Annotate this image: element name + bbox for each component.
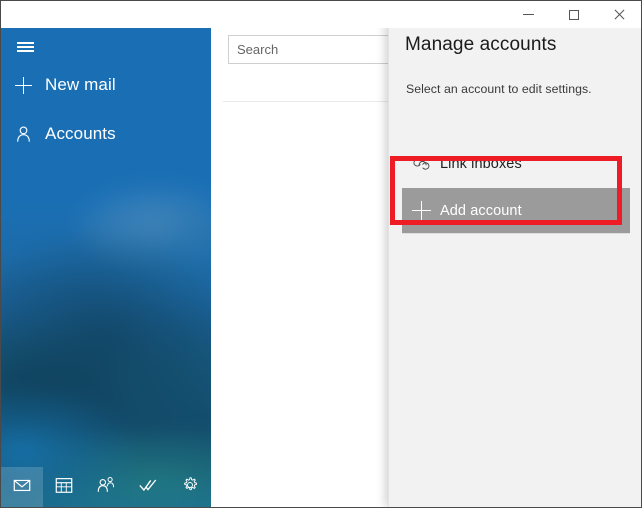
sidebar-content: Mail New mail xyxy=(1,1,211,507)
add-account-button[interactable]: Add account xyxy=(402,188,630,233)
search-placeholder: Search xyxy=(237,42,279,57)
gear-icon xyxy=(180,475,200,500)
plus-icon xyxy=(402,201,440,220)
sidebar-item-label: New mail xyxy=(45,75,116,94)
people-icon xyxy=(95,475,117,500)
sidebar-app-bar xyxy=(1,467,211,507)
maximize-icon xyxy=(568,9,579,20)
link-inboxes-label: Link inboxes xyxy=(440,156,522,172)
mail-app-window: Mail New mail xyxy=(0,0,642,508)
hamburger-icon xyxy=(16,40,34,54)
manage-accounts-panel: Manage accounts Select an account to edi… xyxy=(388,22,641,507)
app-bar-todo-button[interactable] xyxy=(127,467,169,507)
app-bar-calendar-button[interactable] xyxy=(43,467,85,507)
close-icon xyxy=(613,9,625,21)
link-inboxes-row[interactable]: Link inboxes xyxy=(402,145,630,183)
mail-icon xyxy=(12,475,32,500)
minimize-icon xyxy=(523,14,534,15)
title-bar xyxy=(1,1,641,28)
calendar-icon xyxy=(54,475,74,500)
panel-title: Manage accounts xyxy=(405,34,557,55)
sidebar-item-accounts[interactable]: Accounts xyxy=(1,115,211,153)
panel-subtitle: Select an account to edit settings. xyxy=(406,82,592,96)
window-controls xyxy=(506,1,641,28)
sidebar-item-label: Accounts xyxy=(45,124,116,143)
hamburger-menu-button[interactable] xyxy=(3,29,47,65)
app-bar-people-button[interactable] xyxy=(85,467,127,507)
close-button[interactable] xyxy=(596,1,641,28)
app-bar-settings-button[interactable] xyxy=(169,467,211,507)
app-bar-mail-button[interactable] xyxy=(1,467,43,507)
sidebar-item-new-mail[interactable]: New mail xyxy=(1,66,211,104)
add-account-label: Add account xyxy=(440,202,522,219)
sidebar: Mail New mail xyxy=(1,1,211,507)
link-inboxes-icon xyxy=(402,157,440,172)
plus-icon xyxy=(1,76,45,94)
person-icon xyxy=(1,125,45,144)
todo-check-icon xyxy=(137,475,159,500)
maximize-button[interactable] xyxy=(551,1,596,28)
minimize-button[interactable] xyxy=(506,1,551,28)
